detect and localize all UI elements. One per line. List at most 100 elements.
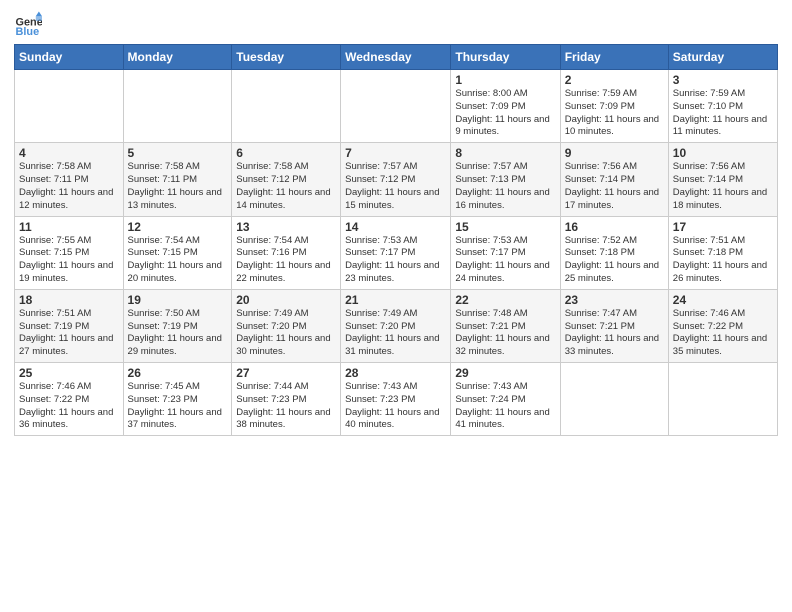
calendar-cell: 3Sunrise: 7:59 AM Sunset: 7:10 PM Daylig… (668, 70, 777, 143)
day-info: Sunrise: 7:52 AM Sunset: 7:18 PM Dayligh… (565, 235, 664, 286)
day-info: Sunrise: 7:58 AM Sunset: 7:11 PM Dayligh… (128, 161, 228, 212)
weekday-header-friday: Friday (560, 45, 668, 70)
header: General Blue (14, 10, 778, 38)
day-number: 19 (128, 293, 228, 307)
day-number: 26 (128, 366, 228, 380)
day-number: 29 (455, 366, 555, 380)
day-number: 7 (345, 146, 446, 160)
day-info: Sunrise: 7:58 AM Sunset: 7:11 PM Dayligh… (19, 161, 119, 212)
day-info: Sunrise: 7:43 AM Sunset: 7:23 PM Dayligh… (345, 381, 446, 432)
calendar-cell: 28Sunrise: 7:43 AM Sunset: 7:23 PM Dayli… (341, 363, 451, 436)
calendar-cell: 18Sunrise: 7:51 AM Sunset: 7:19 PM Dayli… (15, 289, 124, 362)
calendar-cell: 12Sunrise: 7:54 AM Sunset: 7:15 PM Dayli… (123, 216, 232, 289)
day-number: 10 (673, 146, 773, 160)
calendar-cell: 7Sunrise: 7:57 AM Sunset: 7:12 PM Daylig… (341, 143, 451, 216)
logo-icon: General Blue (14, 10, 42, 38)
day-number: 27 (236, 366, 336, 380)
day-number: 24 (673, 293, 773, 307)
day-number: 18 (19, 293, 119, 307)
day-info: Sunrise: 7:46 AM Sunset: 7:22 PM Dayligh… (19, 381, 119, 432)
calendar-cell (232, 70, 341, 143)
calendar-cell: 2Sunrise: 7:59 AM Sunset: 7:09 PM Daylig… (560, 70, 668, 143)
day-number: 20 (236, 293, 336, 307)
day-info: Sunrise: 7:57 AM Sunset: 7:12 PM Dayligh… (345, 161, 446, 212)
calendar-week-row: 1Sunrise: 8:00 AM Sunset: 7:09 PM Daylig… (15, 70, 778, 143)
calendar-cell: 8Sunrise: 7:57 AM Sunset: 7:13 PM Daylig… (451, 143, 560, 216)
day-number: 1 (455, 73, 555, 87)
day-info: Sunrise: 7:49 AM Sunset: 7:20 PM Dayligh… (345, 308, 446, 359)
day-number: 9 (565, 146, 664, 160)
calendar-cell: 17Sunrise: 7:51 AM Sunset: 7:18 PM Dayli… (668, 216, 777, 289)
day-number: 3 (673, 73, 773, 87)
day-number: 22 (455, 293, 555, 307)
calendar-cell: 11Sunrise: 7:55 AM Sunset: 7:15 PM Dayli… (15, 216, 124, 289)
day-info: Sunrise: 7:55 AM Sunset: 7:15 PM Dayligh… (19, 235, 119, 286)
calendar-cell: 1Sunrise: 8:00 AM Sunset: 7:09 PM Daylig… (451, 70, 560, 143)
day-number: 17 (673, 220, 773, 234)
day-info: Sunrise: 7:45 AM Sunset: 7:23 PM Dayligh… (128, 381, 228, 432)
calendar-week-row: 25Sunrise: 7:46 AM Sunset: 7:22 PM Dayli… (15, 363, 778, 436)
day-info: Sunrise: 7:59 AM Sunset: 7:10 PM Dayligh… (673, 88, 773, 139)
day-info: Sunrise: 7:49 AM Sunset: 7:20 PM Dayligh… (236, 308, 336, 359)
day-info: Sunrise: 7:46 AM Sunset: 7:22 PM Dayligh… (673, 308, 773, 359)
day-number: 14 (345, 220, 446, 234)
calendar-cell: 5Sunrise: 7:58 AM Sunset: 7:11 PM Daylig… (123, 143, 232, 216)
weekday-header-monday: Monday (123, 45, 232, 70)
calendar-cell: 27Sunrise: 7:44 AM Sunset: 7:23 PM Dayli… (232, 363, 341, 436)
day-info: Sunrise: 7:58 AM Sunset: 7:12 PM Dayligh… (236, 161, 336, 212)
calendar-cell: 6Sunrise: 7:58 AM Sunset: 7:12 PM Daylig… (232, 143, 341, 216)
calendar-week-row: 11Sunrise: 7:55 AM Sunset: 7:15 PM Dayli… (15, 216, 778, 289)
day-number: 12 (128, 220, 228, 234)
calendar-cell (15, 70, 124, 143)
day-info: Sunrise: 7:48 AM Sunset: 7:21 PM Dayligh… (455, 308, 555, 359)
calendar-cell (668, 363, 777, 436)
weekday-header-sunday: Sunday (15, 45, 124, 70)
calendar-week-row: 18Sunrise: 7:51 AM Sunset: 7:19 PM Dayli… (15, 289, 778, 362)
calendar-cell (123, 70, 232, 143)
calendar-cell: 16Sunrise: 7:52 AM Sunset: 7:18 PM Dayli… (560, 216, 668, 289)
calendar-week-row: 4Sunrise: 7:58 AM Sunset: 7:11 PM Daylig… (15, 143, 778, 216)
day-info: Sunrise: 7:53 AM Sunset: 7:17 PM Dayligh… (455, 235, 555, 286)
day-info: Sunrise: 7:51 AM Sunset: 7:18 PM Dayligh… (673, 235, 773, 286)
calendar-cell: 9Sunrise: 7:56 AM Sunset: 7:14 PM Daylig… (560, 143, 668, 216)
calendar-cell: 25Sunrise: 7:46 AM Sunset: 7:22 PM Dayli… (15, 363, 124, 436)
day-info: Sunrise: 7:54 AM Sunset: 7:16 PM Dayligh… (236, 235, 336, 286)
day-number: 8 (455, 146, 555, 160)
day-info: Sunrise: 7:53 AM Sunset: 7:17 PM Dayligh… (345, 235, 446, 286)
day-info: Sunrise: 7:51 AM Sunset: 7:19 PM Dayligh… (19, 308, 119, 359)
weekday-header-saturday: Saturday (668, 45, 777, 70)
calendar-cell: 29Sunrise: 7:43 AM Sunset: 7:24 PM Dayli… (451, 363, 560, 436)
calendar-cell: 21Sunrise: 7:49 AM Sunset: 7:20 PM Dayli… (341, 289, 451, 362)
day-info: Sunrise: 7:47 AM Sunset: 7:21 PM Dayligh… (565, 308, 664, 359)
day-number: 4 (19, 146, 119, 160)
day-info: Sunrise: 7:57 AM Sunset: 7:13 PM Dayligh… (455, 161, 555, 212)
day-number: 23 (565, 293, 664, 307)
day-number: 15 (455, 220, 555, 234)
day-number: 13 (236, 220, 336, 234)
svg-text:Blue: Blue (16, 26, 40, 38)
day-number: 5 (128, 146, 228, 160)
day-info: Sunrise: 7:56 AM Sunset: 7:14 PM Dayligh… (565, 161, 664, 212)
day-info: Sunrise: 7:59 AM Sunset: 7:09 PM Dayligh… (565, 88, 664, 139)
calendar-cell: 24Sunrise: 7:46 AM Sunset: 7:22 PM Dayli… (668, 289, 777, 362)
day-number: 28 (345, 366, 446, 380)
weekday-header-wednesday: Wednesday (341, 45, 451, 70)
weekday-header-row: SundayMondayTuesdayWednesdayThursdayFrid… (15, 45, 778, 70)
day-info: Sunrise: 7:50 AM Sunset: 7:19 PM Dayligh… (128, 308, 228, 359)
day-info: Sunrise: 7:54 AM Sunset: 7:15 PM Dayligh… (128, 235, 228, 286)
calendar-cell: 20Sunrise: 7:49 AM Sunset: 7:20 PM Dayli… (232, 289, 341, 362)
day-info: Sunrise: 7:43 AM Sunset: 7:24 PM Dayligh… (455, 381, 555, 432)
day-number: 21 (345, 293, 446, 307)
calendar-cell: 14Sunrise: 7:53 AM Sunset: 7:17 PM Dayli… (341, 216, 451, 289)
page: General Blue SundayMondayTuesdayWednesda… (0, 0, 792, 612)
calendar-cell: 19Sunrise: 7:50 AM Sunset: 7:19 PM Dayli… (123, 289, 232, 362)
day-number: 11 (19, 220, 119, 234)
calendar-cell (560, 363, 668, 436)
day-info: Sunrise: 7:44 AM Sunset: 7:23 PM Dayligh… (236, 381, 336, 432)
calendar-cell (341, 70, 451, 143)
day-number: 2 (565, 73, 664, 87)
calendar-cell: 22Sunrise: 7:48 AM Sunset: 7:21 PM Dayli… (451, 289, 560, 362)
day-number: 6 (236, 146, 336, 160)
day-info: Sunrise: 8:00 AM Sunset: 7:09 PM Dayligh… (455, 88, 555, 139)
day-info: Sunrise: 7:56 AM Sunset: 7:14 PM Dayligh… (673, 161, 773, 212)
